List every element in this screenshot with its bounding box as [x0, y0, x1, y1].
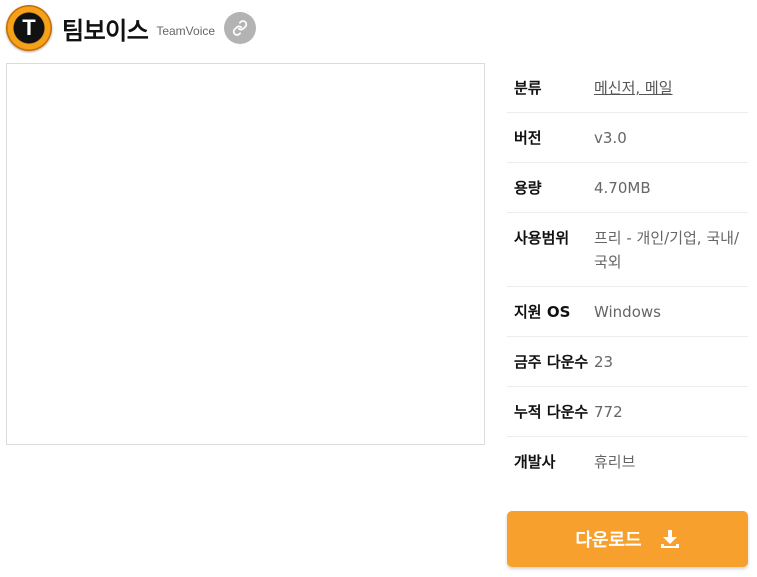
copy-link-button[interactable] — [224, 12, 257, 44]
info-value: 4.70MB — [594, 179, 651, 197]
info-value: v3.0 — [594, 129, 627, 147]
info-row-category: 분류 메신저, 메일 — [507, 63, 748, 113]
app-subtitle: TeamVoice — [156, 23, 216, 38]
info-value: 프리 - 개인/기업, 국내/국외 — [594, 229, 739, 271]
app-header: T 팀보이스 TeamVoice — [6, 4, 257, 52]
info-value: Windows — [594, 303, 661, 321]
info-value: 772 — [594, 403, 623, 421]
app-info-table: 분류 메신저, 메일 버전 v3.0 용량 4.70MB 사용범위 프리 - 개… — [507, 63, 748, 486]
info-value: 휴리브 — [594, 453, 636, 471]
info-value: 23 — [594, 353, 614, 371]
info-row-total-downloads: 누적 다운수 772 — [507, 387, 748, 437]
download-icon — [660, 529, 680, 549]
download-label: 다운로드 — [575, 530, 642, 551]
info-label: 금주 다운수 — [514, 353, 589, 371]
app-logo-icon: T — [6, 5, 52, 51]
info-label: 버전 — [514, 129, 542, 147]
info-row-os: 지원 OS Windows — [507, 287, 748, 337]
info-row-size: 용량 4.70MB — [507, 163, 748, 213]
info-row-weekly-downloads: 금주 다운수 23 — [507, 337, 748, 387]
info-row-license: 사용범위 프리 - 개인/기업, 국내/국외 — [507, 213, 748, 287]
info-label: 개발사 — [514, 453, 556, 471]
download-button[interactable]: 다운로드 — [507, 511, 748, 567]
info-label: 사용범위 — [514, 229, 570, 247]
info-label: 분류 — [514, 79, 542, 97]
app-screenshot-area — [6, 63, 485, 445]
info-label: 지원 OS — [514, 303, 571, 321]
app-logo-letter: T — [22, 15, 36, 40]
info-row-developer: 개발사 휴리브 — [507, 437, 748, 486]
info-row-version: 버전 v3.0 — [507, 113, 748, 163]
app-title: 팀보이스 — [62, 16, 149, 45]
info-label: 누적 다운수 — [514, 403, 589, 421]
info-label: 용량 — [514, 179, 542, 197]
link-icon — [232, 20, 248, 36]
category-link[interactable]: 메신저, 메일 — [594, 76, 748, 100]
